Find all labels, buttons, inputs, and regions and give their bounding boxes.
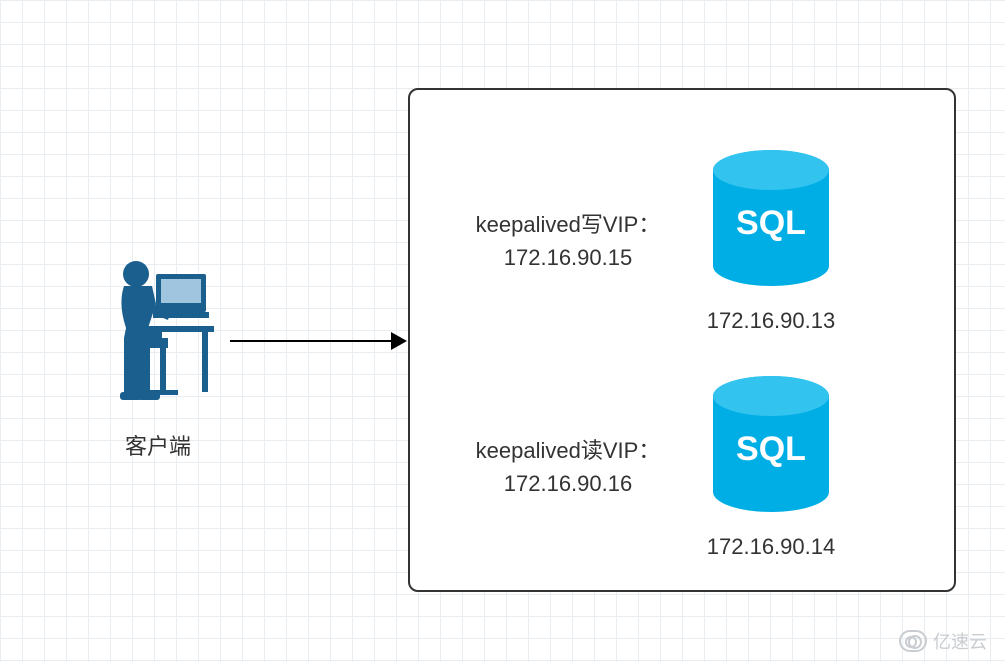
client-node: 客户端 [98, 256, 218, 461]
arrow-client-to-cluster [230, 340, 405, 342]
watermark: 亿速云 [899, 628, 987, 654]
write-vip-ip: 172.16.90.15 [448, 241, 688, 274]
read-vip-row: keepalived读VIP： 172.16.90.16 SQL 172.16.… [448, 374, 836, 560]
read-vip-label: keepalived读VIP： 172.16.90.16 [448, 434, 688, 500]
write-vip-row: keepalived写VIP： 172.16.90.15 SQL 172.16.… [448, 148, 836, 334]
diagram-canvas: 客户端 keepalived写VIP： 172.16.90.15 SQL 172… [0, 0, 1005, 662]
write-vip-title: keepalived写VIP： [448, 208, 688, 241]
db1-badge: SQL [736, 204, 806, 242]
database-icon: SQL [706, 148, 836, 288]
client-label: 客户端 [98, 429, 218, 461]
write-vip-label: keepalived写VIP： 172.16.90.15 [448, 208, 688, 274]
database-icon: SQL [706, 374, 836, 514]
db1-node: SQL 172.16.90.13 [706, 148, 836, 334]
read-vip-title: keepalived读VIP： [448, 434, 688, 467]
client-person-icon [98, 256, 218, 416]
watermark-text: 亿速云 [933, 628, 987, 654]
db2-badge: SQL [736, 430, 806, 468]
db2-node: SQL 172.16.90.14 [706, 374, 836, 560]
cloud-icon [899, 630, 927, 652]
cluster-group: keepalived写VIP： 172.16.90.15 SQL 172.16.… [408, 88, 956, 592]
db1-ip: 172.16.90.13 [707, 308, 835, 334]
read-vip-ip: 172.16.90.16 [448, 467, 688, 500]
db2-ip: 172.16.90.14 [707, 534, 835, 560]
